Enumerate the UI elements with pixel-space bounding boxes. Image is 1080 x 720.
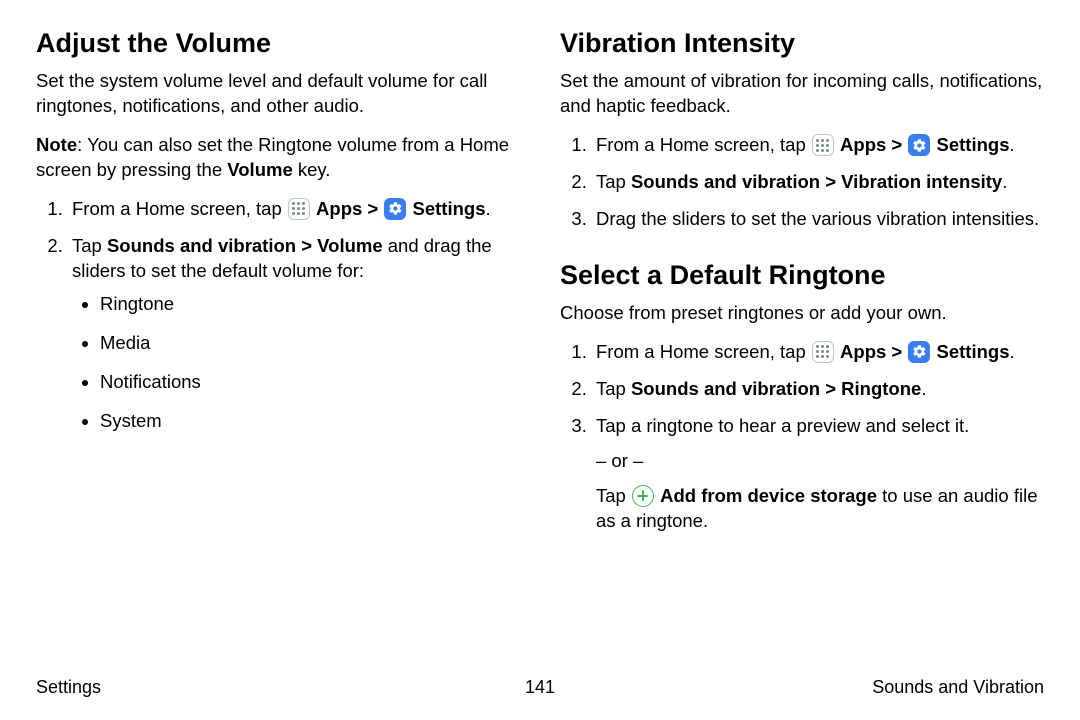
settings-label: Settings <box>937 134 1010 155</box>
step-2-bold: Sounds and vibration > Volume <box>107 235 383 256</box>
step-1: From a Home screen, tap Apps > Settings. <box>68 197 520 222</box>
step-2-text-a: Tap <box>596 171 631 192</box>
footer-right: Sounds and Vibration <box>872 677 1044 698</box>
note-bold: Volume <box>227 159 292 180</box>
step-2-text-a: Tap <box>72 235 107 256</box>
bullet-system: System <box>100 409 520 434</box>
step-1-text-a: From a Home screen, tap <box>596 134 811 155</box>
period: . <box>921 378 926 399</box>
steps-adjust-volume: From a Home screen, tap Apps > Settings.… <box>36 197 520 434</box>
step-2: Tap Sounds and vibration > Vibration int… <box>592 170 1044 195</box>
note-adjust-volume: Note: You can also set the Ringtone volu… <box>36 133 520 183</box>
step-3: Drag the sliders to set the various vibr… <box>592 207 1044 232</box>
settings-label: Settings <box>937 341 1010 362</box>
bullet-notifications: Notifications <box>100 370 520 395</box>
step-3b-bold: Add from device storage <box>660 485 877 506</box>
apps-label: Apps <box>840 134 886 155</box>
apps-icon <box>288 198 310 220</box>
step-2-text-a: Tap <box>596 378 631 399</box>
apps-icon <box>812 134 834 156</box>
settings-icon <box>908 134 930 156</box>
settings-label: Settings <box>413 198 486 219</box>
caret: > <box>891 134 902 155</box>
step-2: Tap Sounds and vibration > Ringtone. <box>592 377 1044 402</box>
step-1: From a Home screen, tap Apps > Settings. <box>592 133 1044 158</box>
step-1-text-a: From a Home screen, tap <box>596 341 811 362</box>
steps-default-ringtone: From a Home screen, tap Apps > Settings.… <box>560 340 1044 534</box>
step-3-alt: Tap Add from device storage to use an au… <box>596 484 1044 534</box>
apps-icon <box>812 341 834 363</box>
heading-adjust-volume: Adjust the Volume <box>36 28 520 59</box>
step-2: Tap Sounds and vibration > Volume and dr… <box>68 234 520 434</box>
step-3b-text-a: Tap <box>596 485 631 506</box>
intro-vibration-intensity: Set the amount of vibration for incoming… <box>560 69 1044 119</box>
or-divider: – or – <box>596 449 1044 474</box>
note-label: Note <box>36 134 77 155</box>
intro-default-ringtone: Choose from preset ringtones or add your… <box>560 301 1044 326</box>
footer-page-number: 141 <box>525 677 555 698</box>
step-3-text: Tap a ringtone to hear a preview and sel… <box>596 415 969 436</box>
plus-icon <box>632 485 654 507</box>
period: . <box>1002 171 1007 192</box>
step-2-bold: Sounds and vibration > Vibration intensi… <box>631 171 1002 192</box>
step-3: Tap a ringtone to hear a preview and sel… <box>592 414 1044 534</box>
period: . <box>486 198 491 219</box>
steps-vibration-intensity: From a Home screen, tap Apps > Settings.… <box>560 133 1044 232</box>
settings-icon <box>384 198 406 220</box>
bullet-media: Media <box>100 331 520 356</box>
heading-vibration-intensity: Vibration Intensity <box>560 28 1044 59</box>
settings-icon <box>908 341 930 363</box>
heading-default-ringtone: Select a Default Ringtone <box>560 260 1044 291</box>
period: . <box>1010 134 1015 155</box>
apps-label: Apps <box>316 198 362 219</box>
volume-bullets: Ringtone Media Notifications System <box>72 292 520 434</box>
step-1-text-a: From a Home screen, tap <box>72 198 287 219</box>
caret: > <box>367 198 378 219</box>
apps-label: Apps <box>840 341 886 362</box>
step-1: From a Home screen, tap Apps > Settings. <box>592 340 1044 365</box>
caret: > <box>891 341 902 362</box>
note-text-2: key. <box>293 159 331 180</box>
step-2-bold: Sounds and vibration > Ringtone <box>631 378 921 399</box>
bullet-ringtone: Ringtone <box>100 292 520 317</box>
footer-left: Settings <box>36 677 101 698</box>
period: . <box>1010 341 1015 362</box>
intro-adjust-volume: Set the system volume level and default … <box>36 69 520 119</box>
page-footer: Settings 141 Sounds and Vibration <box>36 677 1044 698</box>
